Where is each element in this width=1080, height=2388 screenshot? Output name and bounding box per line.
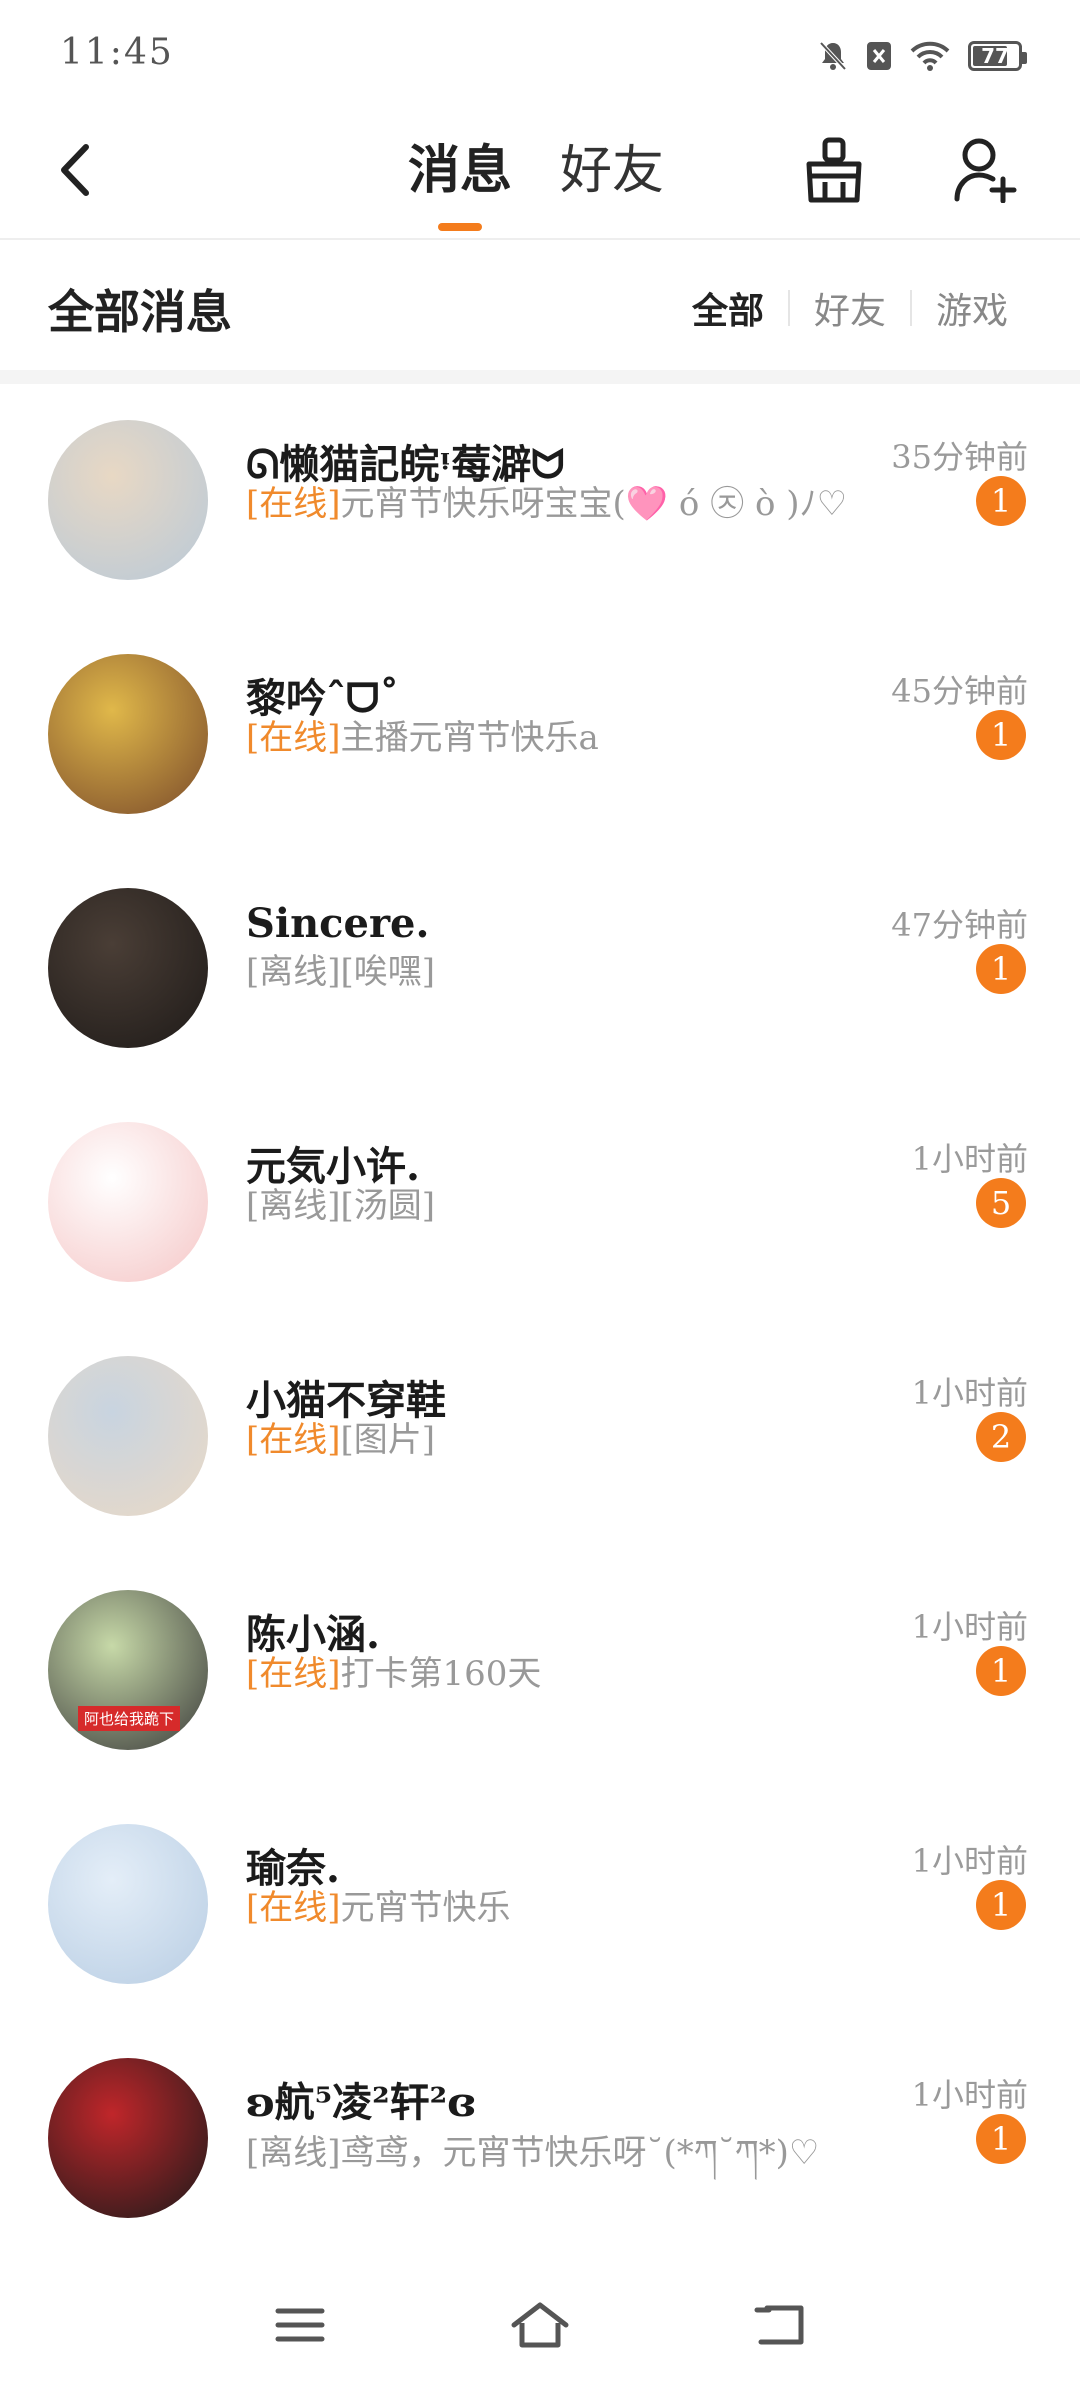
- nav-back-button[interactable]: [745, 2290, 815, 2360]
- preview-text: 主播元宵节快乐a: [340, 718, 599, 758]
- avatar-caption: 阿也给我跪下: [78, 1706, 181, 1731]
- no-sim-icon: [866, 41, 892, 71]
- battery-icon: 77: [968, 41, 1027, 71]
- online-status: [离线]: [246, 2133, 341, 2173]
- message-time: 35分钟前: [891, 438, 1028, 476]
- message-list: ᘏ懒猫記皖ᵎ莓澼ᗢ [在线]元宵节快乐呀宝宝(🩷 ó ㉨ ò )ﾉ♡ 35分钟前 1 黎…: [0, 384, 1080, 2256]
- mute-bell-icon: [818, 40, 848, 72]
- online-status: [离线]: [246, 1186, 341, 1226]
- online-status: [在线]: [246, 1420, 341, 1460]
- message-time: 45分钟前: [891, 672, 1028, 710]
- add-friend-button[interactable]: [950, 134, 1020, 206]
- nav-menu-button[interactable]: [265, 2290, 335, 2360]
- tab-messages[interactable]: 消息: [408, 128, 512, 231]
- message-preview: [在线][图片]: [246, 1412, 435, 1461]
- online-status: [在线]: [246, 718, 341, 758]
- unread-badge: 1: [976, 476, 1026, 526]
- battery-level: 77: [981, 44, 1009, 68]
- online-status: [在线]: [246, 1888, 341, 1928]
- message-row[interactable]: Sincere. [离线][唉嘿] 47分钟前 1: [0, 852, 1080, 1086]
- header-tabs: 消息 好友: [408, 128, 664, 231]
- message-row[interactable]: 阿也给我跪下 陈小涵. [在线]打卡第160天 1小时前 1: [0, 1554, 1080, 1788]
- unread-badge: 5: [976, 1178, 1026, 1228]
- broom-icon: [806, 137, 862, 203]
- preview-text: 鸢鸢，元宵节快乐呀˘(*ཀ˘ཀ*)♡: [340, 2133, 820, 2173]
- message-time: 1小时前: [911, 1842, 1028, 1880]
- preview-text: 元宵节快乐: [340, 1888, 511, 1928]
- unread-badge: 2: [976, 1412, 1026, 1462]
- message-preview: [在线]元宵节快乐呀宝宝(🩷 ó ㉨ ò )ﾉ♡: [246, 476, 847, 525]
- avatar[interactable]: [48, 888, 208, 1048]
- preview-text: [唉嘿]: [340, 952, 436, 992]
- avatar[interactable]: [48, 2058, 208, 2218]
- menu-icon: [275, 2308, 325, 2342]
- unread-badge: 1: [976, 944, 1026, 994]
- filter-options: 全部 好友 游戏: [668, 282, 1032, 334]
- avatar[interactable]: [48, 1824, 208, 1984]
- message-preview: [在线]主播元宵节快乐a: [246, 710, 599, 759]
- unread-badge: 1: [976, 710, 1026, 760]
- message-preview: [离线][汤圆]: [246, 1178, 435, 1227]
- avatar[interactable]: 阿也给我跪下: [48, 1590, 208, 1750]
- add-user-icon: [954, 138, 1017, 203]
- message-row[interactable]: 元気小许. [离线][汤圆] 1小时前 5: [0, 1086, 1080, 1320]
- avatar[interactable]: [48, 654, 208, 814]
- message-row[interactable]: 瑜奈. [在线]元宵节快乐 1小时前 1: [0, 1788, 1080, 2022]
- preview-text: 元宵节快乐呀宝宝(🩷 ó ㉨ ò )ﾉ♡: [340, 484, 848, 524]
- status-time: 11:45: [60, 32, 174, 73]
- nav-home-button[interactable]: [505, 2290, 575, 2360]
- message-row[interactable]: 小猫不穿鞋 [在线][图片] 1小时前 2: [0, 1320, 1080, 1554]
- contact-name: Sincere.: [246, 900, 430, 947]
- system-nav-bar: [0, 2270, 1080, 2388]
- status-bar: 11:45 77: [0, 0, 1080, 110]
- back-arrow-icon: [61, 144, 89, 196]
- tab-friends[interactable]: 好友: [560, 128, 664, 231]
- message-row[interactable]: 黎吟ˆᗜ˚ [在线]主播元宵节快乐a 45分钟前 1: [0, 618, 1080, 852]
- wifi-icon: [910, 41, 950, 71]
- unread-badge: 1: [976, 1646, 1026, 1696]
- header: 消息 好友: [0, 110, 1080, 240]
- online-status: [在线]: [246, 484, 341, 524]
- status-icons: 77: [818, 40, 1027, 72]
- filter-title: 全部消息: [48, 285, 232, 339]
- online-status: [在线]: [246, 1654, 341, 1694]
- message-time: 47分钟前: [891, 906, 1028, 944]
- message-row[interactable]: ʚ航⁵凌²轩²ɞ [离线]鸢鸢，元宵节快乐呀˘(*ཀ˘ཀ*)♡ 1小时前 1: [0, 2022, 1080, 2256]
- avatar[interactable]: [48, 1356, 208, 1516]
- message-time: 1小时前: [911, 1140, 1028, 1178]
- back-icon: [754, 2305, 804, 2345]
- filter-bar: 全部消息 全部 好友 游戏: [0, 240, 1080, 370]
- avatar[interactable]: [48, 1122, 208, 1282]
- preview-text: [汤圆]: [340, 1186, 436, 1226]
- message-preview: [离线]鸢鸢，元宵节快乐呀˘(*ཀ˘ཀ*)♡: [246, 2114, 819, 2210]
- preview-text: [图片]: [340, 1420, 436, 1460]
- section-divider: [0, 370, 1080, 384]
- filter-games[interactable]: 游戏: [912, 282, 1032, 334]
- clear-messages-button[interactable]: [800, 134, 868, 206]
- filter-friends[interactable]: 好友: [790, 282, 910, 334]
- avatar[interactable]: [48, 420, 208, 580]
- filter-all[interactable]: 全部: [668, 282, 788, 334]
- message-preview: [在线]打卡第160天: [246, 1646, 541, 1695]
- unread-badge: 1: [976, 2114, 1026, 2164]
- message-preview: [离线][唉嘿]: [246, 944, 435, 993]
- message-time: 1小时前: [911, 2076, 1028, 2114]
- online-status: [离线]: [246, 952, 341, 992]
- unread-badge: 1: [976, 1880, 1026, 1930]
- message-time: 1小时前: [911, 1608, 1028, 1646]
- back-button[interactable]: [46, 140, 106, 200]
- message-time: 1小时前: [911, 1374, 1028, 1412]
- message-row[interactable]: ᘏ懒猫記皖ᵎ莓澼ᗢ [在线]元宵节快乐呀宝宝(🩷 ó ㉨ ò )ﾉ♡ 35分钟前 1: [0, 384, 1080, 618]
- message-preview: [在线]元宵节快乐: [246, 1880, 511, 1929]
- preview-text: 打卡第160天: [340, 1654, 542, 1694]
- home-icon: [511, 2302, 569, 2348]
